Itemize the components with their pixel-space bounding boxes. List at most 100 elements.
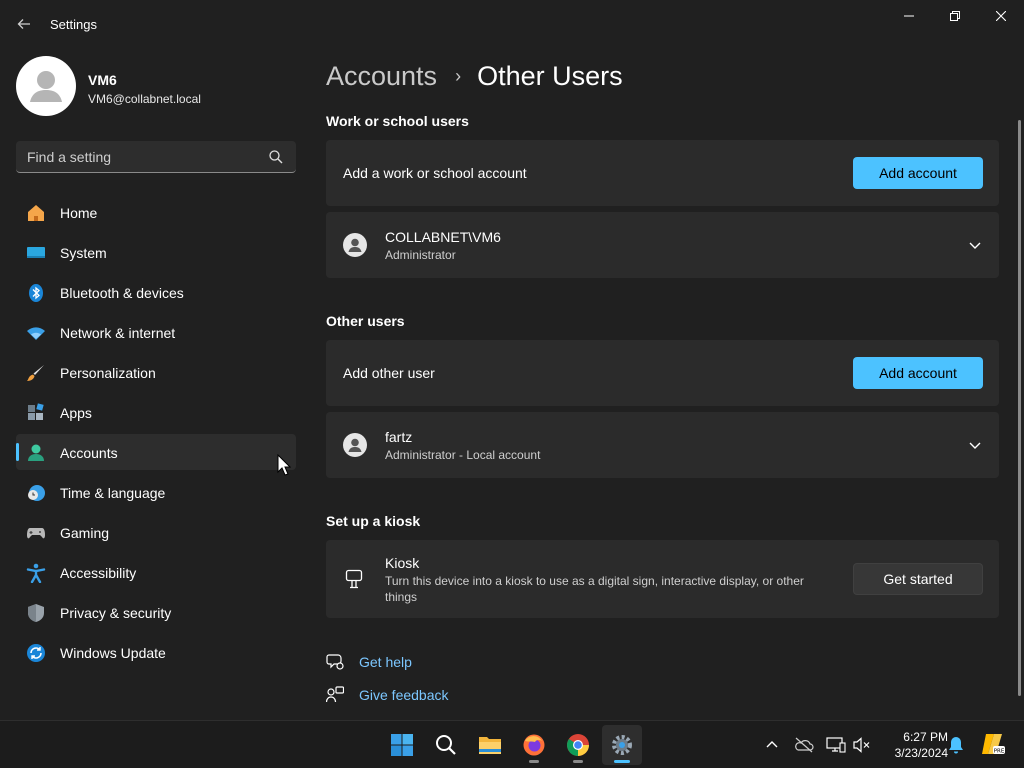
restore-button[interactable] — [932, 0, 978, 32]
add-other-user-button[interactable]: Add account — [853, 357, 983, 389]
user-name: fartz — [385, 429, 413, 445]
add-work-account-card: Add a work or school account Add account — [326, 140, 999, 206]
sidebar-item-apps[interactable]: Apps — [16, 394, 296, 430]
file-explorer-icon — [479, 737, 501, 754]
kiosk-section-title: Set up a kiosk — [326, 513, 421, 529]
network-icon — [826, 737, 846, 753]
notifications-button[interactable] — [946, 735, 966, 755]
show-hidden-icons-button[interactable] — [762, 735, 782, 755]
svg-text:PRE: PRE — [994, 749, 1005, 755]
add-other-user-card: Add other user Add account — [326, 340, 999, 406]
user-name: COLLABNET\VM6 — [385, 229, 501, 245]
taskbar-clock[interactable]: 6:27 PM 3/23/2024 — [878, 729, 948, 761]
user-avatar — [343, 233, 367, 257]
sidebar-item-home[interactable]: Home — [16, 194, 296, 230]
sidebar-item-label: Accounts — [60, 445, 118, 461]
shield-icon — [26, 603, 46, 623]
mouse-cursor-icon — [277, 454, 291, 476]
breadcrumb-parent[interactable]: Accounts — [326, 61, 437, 92]
bluetooth-icon — [26, 283, 46, 303]
clock-globe-icon — [26, 483, 46, 503]
minimize-button[interactable] — [886, 0, 932, 32]
sidebar-item-system[interactable]: System — [16, 234, 296, 270]
sidebar-item-bluetooth[interactable]: Bluetooth & devices — [16, 274, 296, 310]
get-help-label[interactable]: Get help — [359, 654, 412, 670]
network-tray[interactable] — [826, 735, 846, 755]
sidebar-item-personalization[interactable]: Personalization — [16, 354, 296, 390]
back-button[interactable] — [10, 10, 38, 38]
title-bar: Settings — [0, 0, 1024, 48]
sidebar-item-label: Home — [60, 205, 98, 221]
sidebar-item-time-language[interactable]: Time & language — [16, 474, 296, 510]
home-icon — [26, 203, 46, 223]
sidebar-item-gaming[interactable]: Gaming — [16, 514, 296, 550]
onedrive-icon — [795, 737, 814, 753]
sidebar-item-label: Bluetooth & devices — [60, 285, 184, 301]
feedback-icon — [326, 686, 344, 703]
app-title: Settings — [50, 17, 97, 32]
avatar — [16, 56, 76, 116]
sidebar-item-privacy[interactable]: Privacy & security — [16, 594, 296, 630]
settings-taskbar-button[interactable] — [602, 725, 642, 765]
kiosk-card: Kiosk Turn this device into a kiosk to u… — [326, 540, 999, 618]
add-work-account-button[interactable]: Add account — [853, 157, 983, 189]
sidebar-item-label: Windows Update — [60, 645, 166, 661]
onedrive-tray[interactable] — [794, 735, 814, 755]
search-icon[interactable] — [268, 149, 284, 165]
volume-tray[interactable] — [852, 735, 872, 755]
sidebar-item-label: Accessibility — [60, 565, 137, 581]
sidebar-nav: Home System Bluetooth & devices Network … — [16, 194, 296, 674]
running-indicator — [573, 760, 583, 763]
notification-bell-icon — [949, 737, 963, 754]
clock-time: 6:27 PM — [903, 730, 948, 744]
sidebar-item-accounts[interactable]: Accounts — [16, 434, 296, 470]
update-icon — [26, 643, 46, 663]
sidebar-item-label: Network & internet — [60, 325, 176, 341]
help-icon — [326, 654, 344, 670]
kiosk-icon — [345, 569, 363, 589]
copilot-button[interactable]: PRE — [980, 732, 1006, 756]
taskbar: 6:27 PM 3/23/2024 PRE — [0, 720, 1024, 768]
sidebar-item-accessibility[interactable]: Accessibility — [16, 554, 296, 590]
other-user-card[interactable]: fartz Administrator - Local account — [326, 412, 999, 478]
scrollbar[interactable] — [1018, 120, 1021, 696]
add-other-user-text: Add other user — [343, 365, 435, 381]
file-explorer-button[interactable] — [470, 725, 510, 765]
close-button[interactable] — [978, 0, 1024, 32]
chevron-down-icon[interactable] — [967, 437, 983, 453]
get-started-button[interactable]: Get started — [853, 563, 983, 595]
accessibility-icon — [26, 563, 46, 583]
close-icon — [996, 11, 1006, 21]
give-feedback-label[interactable]: Give feedback — [359, 687, 449, 703]
back-arrow-icon — [17, 19, 30, 29]
accounts-icon — [26, 443, 46, 463]
chrome-button[interactable] — [558, 725, 598, 765]
firefox-button[interactable] — [514, 725, 554, 765]
search-icon — [436, 735, 456, 755]
start-button[interactable] — [382, 725, 422, 765]
kiosk-name: Kiosk — [385, 555, 420, 571]
user-profile[interactable]: VM6 VM6@collabnet.local — [16, 56, 296, 118]
person-icon — [30, 71, 62, 102]
restore-icon — [950, 11, 960, 21]
sidebar-item-label: Privacy & security — [60, 605, 172, 621]
search-input[interactable] — [16, 141, 256, 172]
volume-muted-icon — [853, 737, 870, 753]
search-box[interactable] — [16, 141, 296, 173]
user-role: Administrator - Local account — [385, 448, 541, 462]
gamepad-icon — [26, 523, 46, 543]
profile-email: VM6@collabnet.local — [88, 92, 201, 106]
sidebar-item-windows-update[interactable]: Windows Update — [16, 634, 296, 670]
chevron-down-icon[interactable] — [967, 237, 983, 253]
active-indicator — [614, 760, 630, 763]
sidebar-item-label: Gaming — [60, 525, 110, 541]
sidebar-item-network[interactable]: Network & internet — [16, 314, 296, 350]
chevron-up-icon — [766, 741, 778, 748]
work-user-card[interactable]: COLLABNET\VM6 Administrator — [326, 212, 999, 278]
settings-icon — [612, 735, 632, 755]
breadcrumb-separator: › — [455, 65, 462, 86]
taskbar-search-button[interactable] — [426, 725, 466, 765]
other-section-title: Other users — [326, 313, 405, 329]
user-role: Administrator — [385, 248, 456, 262]
breadcrumb: Accounts › Other Users — [326, 58, 623, 94]
